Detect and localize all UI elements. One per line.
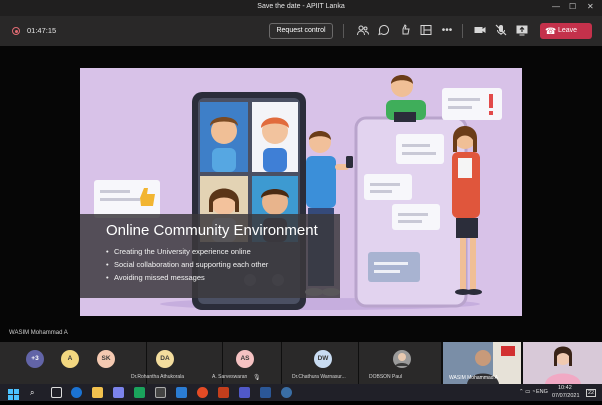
notification-badge[interactable]: 22	[586, 389, 597, 397]
participant-avatar: SK	[97, 350, 115, 368]
system-tray-icons[interactable]: ⌃ ▭ ◔	[519, 389, 535, 395]
participant-avatar: DW	[314, 350, 332, 368]
participant-name: Dr.Chathura Warnasur...	[292, 374, 346, 380]
request-control-button[interactable]: Request control	[269, 23, 333, 39]
recording-icon	[12, 27, 20, 35]
slide-bullet: Creating the University experience onlin…	[106, 247, 268, 260]
hang-up-icon: ☎	[545, 26, 557, 36]
window-title: Save the date - APIIT Lanka	[257, 3, 345, 10]
powerpoint-icon[interactable]	[218, 387, 229, 398]
participants-icon[interactable]	[356, 24, 370, 38]
camera-app-icon[interactable]	[155, 387, 166, 398]
clock-date[interactable]: 07/07/2021	[552, 393, 580, 399]
toolbar-divider	[343, 24, 344, 38]
leave-button[interactable]: ☎ Leave	[540, 23, 592, 39]
participant-tile[interactable]: DOBSON Paul	[359, 342, 441, 384]
participants-strip: +3 A SK DA Dr.Rohantha Athukorala AS A. …	[0, 342, 602, 384]
teams-active-icon[interactable]	[239, 387, 250, 398]
maximize-icon[interactable]: ☐	[569, 2, 576, 11]
toolbar-divider	[462, 24, 463, 38]
participant-avatar: A	[61, 350, 79, 368]
mic-muted-icon: 🎙	[253, 375, 261, 381]
shared-screen-stage: Online Community Environment Creating th…	[0, 46, 602, 342]
outlook-icon[interactable]	[176, 387, 187, 398]
word-icon[interactable]	[260, 387, 271, 398]
self-video	[523, 342, 602, 384]
clock-time[interactable]: 10:42	[558, 385, 572, 391]
slide-title: Online Community Environment	[106, 222, 318, 239]
presentation-slide: Online Community Environment Creating th…	[80, 68, 522, 316]
participant-tile-overflow[interactable]: +3 A SK	[0, 342, 146, 384]
participant-name: A. Sarveswaran	[212, 374, 248, 380]
teams-icon[interactable]	[113, 387, 124, 398]
camera-icon[interactable]	[473, 24, 487, 38]
slide-bullet: Social collaboration and supporting each…	[106, 260, 268, 273]
slide-bullets: Creating the University experience onlin…	[106, 247, 268, 286]
reactions-icon[interactable]	[398, 24, 412, 38]
participant-name: DOBSON Paul	[369, 374, 403, 380]
participant-tile[interactable]: DW Dr.Chathura Warnasur...	[282, 342, 358, 384]
leave-label: Leave	[558, 27, 578, 34]
meeting-toolbar: 01:47:15 Request control ••• ☎ Leave	[0, 16, 602, 46]
task-view-icon[interactable]	[51, 387, 62, 398]
participant-photo	[393, 350, 411, 368]
mic-muted-icon[interactable]	[494, 24, 508, 38]
edge-icon[interactable]	[71, 387, 82, 398]
participant-name: WASIM Mohammad A	[449, 375, 498, 381]
overflow-avatar[interactable]: +3	[26, 350, 44, 368]
rooms-icon[interactable]	[419, 24, 433, 38]
participant-tile[interactable]: DA Dr.Rohantha Athukorala	[131, 342, 222, 384]
presenter-name-label: WASIM Mohammad A	[9, 330, 68, 336]
participant-video-tile[interactable]: WASIM Mohammad A	[443, 342, 521, 384]
participant-avatar: AS	[236, 350, 254, 368]
minimize-icon[interactable]: —	[552, 2, 560, 11]
search-icon[interactable]: ⌕	[30, 387, 41, 398]
chrome-icon[interactable]	[197, 387, 208, 398]
more-options-icon[interactable]: •••	[440, 24, 454, 38]
windows-start-icon[interactable]	[8, 387, 19, 405]
windows-taskbar: ⌕ ⌃ ▭ ◔ ENG 10:42 07/07/2021 22	[0, 384, 602, 401]
title-bar: Save the date - APIIT Lanka — ☐ ✕	[0, 0, 602, 16]
slide-text-panel: Online Community Environment Creating th…	[80, 214, 340, 298]
chat-icon[interactable]	[377, 24, 391, 38]
self-video-tile[interactable]	[523, 342, 602, 384]
participant-name: Dr.Rohantha Athukorala	[131, 374, 185, 380]
language-indicator[interactable]: ENG	[536, 389, 548, 395]
share-screen-icon[interactable]	[515, 24, 529, 38]
app-icon[interactable]	[281, 387, 292, 398]
participant-avatar: DA	[156, 350, 174, 368]
participant-tile[interactable]: AS A. Sarveswaran 🎙	[212, 342, 281, 384]
meeting-timer: 01:47:15	[27, 26, 57, 35]
slide-bullet: Avoiding missed messages	[106, 273, 268, 286]
excel-icon[interactable]	[134, 387, 145, 398]
file-explorer-icon[interactable]	[92, 387, 103, 398]
close-icon[interactable]: ✕	[587, 2, 594, 11]
